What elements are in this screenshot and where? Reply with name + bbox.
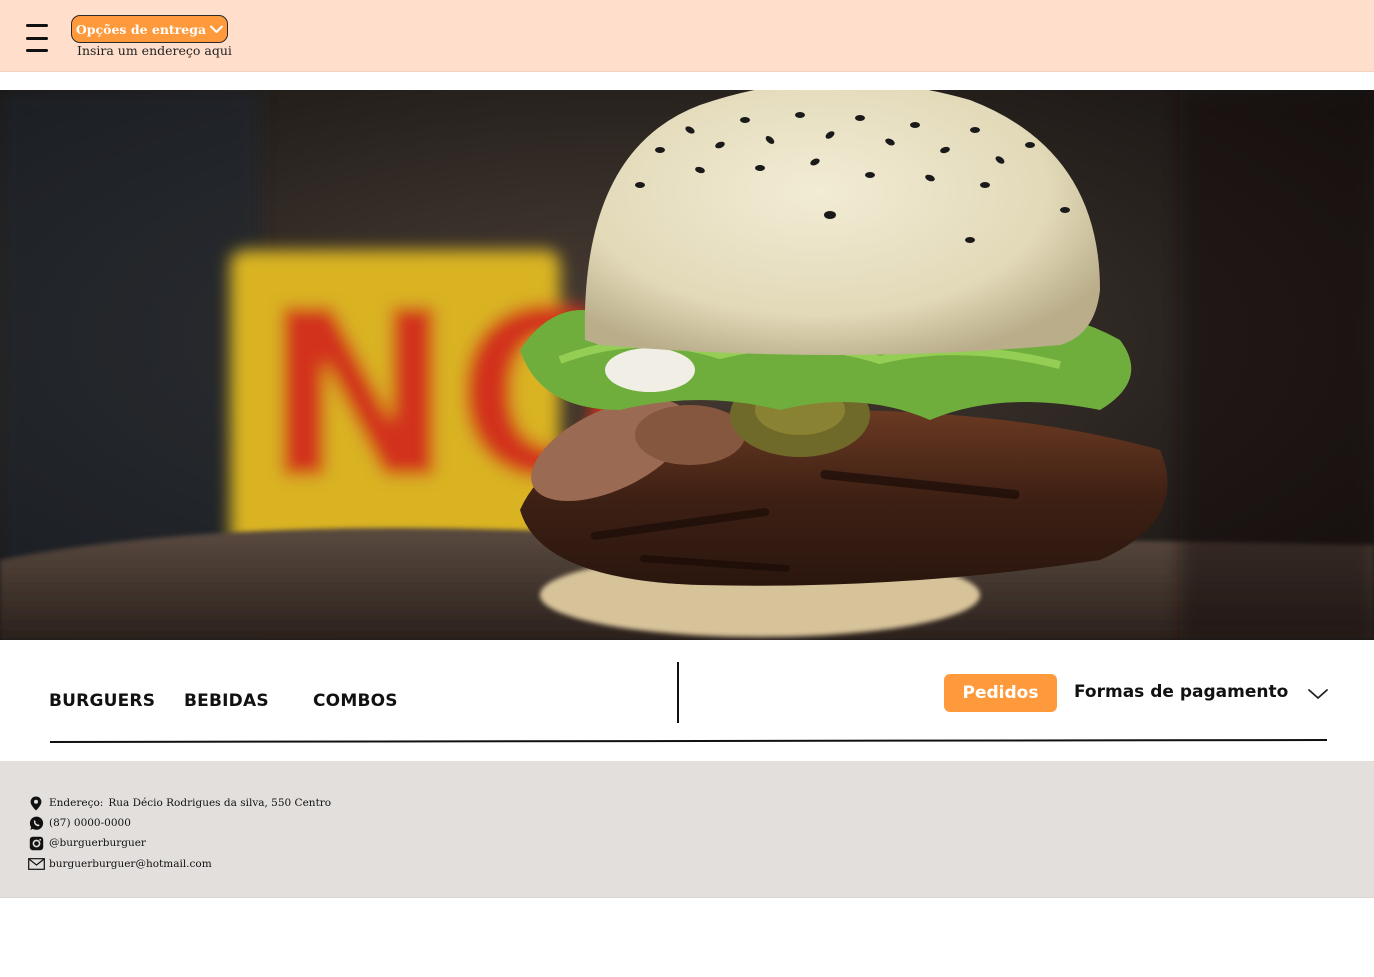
footer-phone-value: (87) 0000-0000 bbox=[49, 817, 131, 829]
delivery-options-button[interactable]: Opções de entrega bbox=[71, 15, 228, 43]
mail-icon bbox=[27, 856, 45, 872]
footer-address-value: Rua Décio Rodrigues da silva, 550 Centro bbox=[108, 797, 332, 809]
hamburger-menu-icon[interactable] bbox=[22, 24, 52, 52]
nav-item-burguers[interactable]: BURGUERS bbox=[49, 691, 155, 711]
footer-email: burguerburguer@hotmail.com bbox=[27, 856, 212, 872]
footer-instagram-value: @burguerburguer bbox=[49, 837, 146, 849]
chevron-down-icon bbox=[210, 25, 224, 33]
footer-instagram: @burguerburguer bbox=[27, 835, 146, 851]
hero-burger-image: NO bbox=[0, 90, 1374, 640]
whatsapp-icon bbox=[27, 815, 45, 831]
orders-button[interactable]: Pedidos bbox=[944, 674, 1057, 712]
nav-item-combos[interactable]: COMBOS bbox=[313, 691, 398, 711]
footer-address: Endereço: Rua Décio Rodrigues da silva, … bbox=[27, 795, 331, 811]
location-pin-icon bbox=[27, 795, 45, 811]
footer-email-value: burguerburguer@hotmail.com bbox=[49, 858, 212, 870]
delivery-options-label: Opções de entrega bbox=[75, 21, 207, 37]
address-input-link[interactable]: Insira um endereço aqui bbox=[77, 43, 232, 58]
instagram-icon bbox=[27, 835, 45, 851]
nav-underline bbox=[50, 739, 1327, 743]
nav-item-bebidas[interactable]: BEBIDAS bbox=[184, 691, 269, 711]
footer-phone: (87) 0000-0000 bbox=[27, 815, 131, 831]
footer-address-label: Endereço: bbox=[49, 797, 104, 809]
chevron-down-icon[interactable] bbox=[1306, 686, 1330, 702]
footer: Endereço: Rua Décio Rodrigues da silva, … bbox=[0, 761, 1374, 898]
top-header: Opções de entrega Insira um endereço aqu… bbox=[0, 0, 1374, 72]
nav-divider bbox=[677, 662, 679, 723]
payment-methods-dropdown[interactable]: Formas de pagamento bbox=[1074, 682, 1288, 702]
